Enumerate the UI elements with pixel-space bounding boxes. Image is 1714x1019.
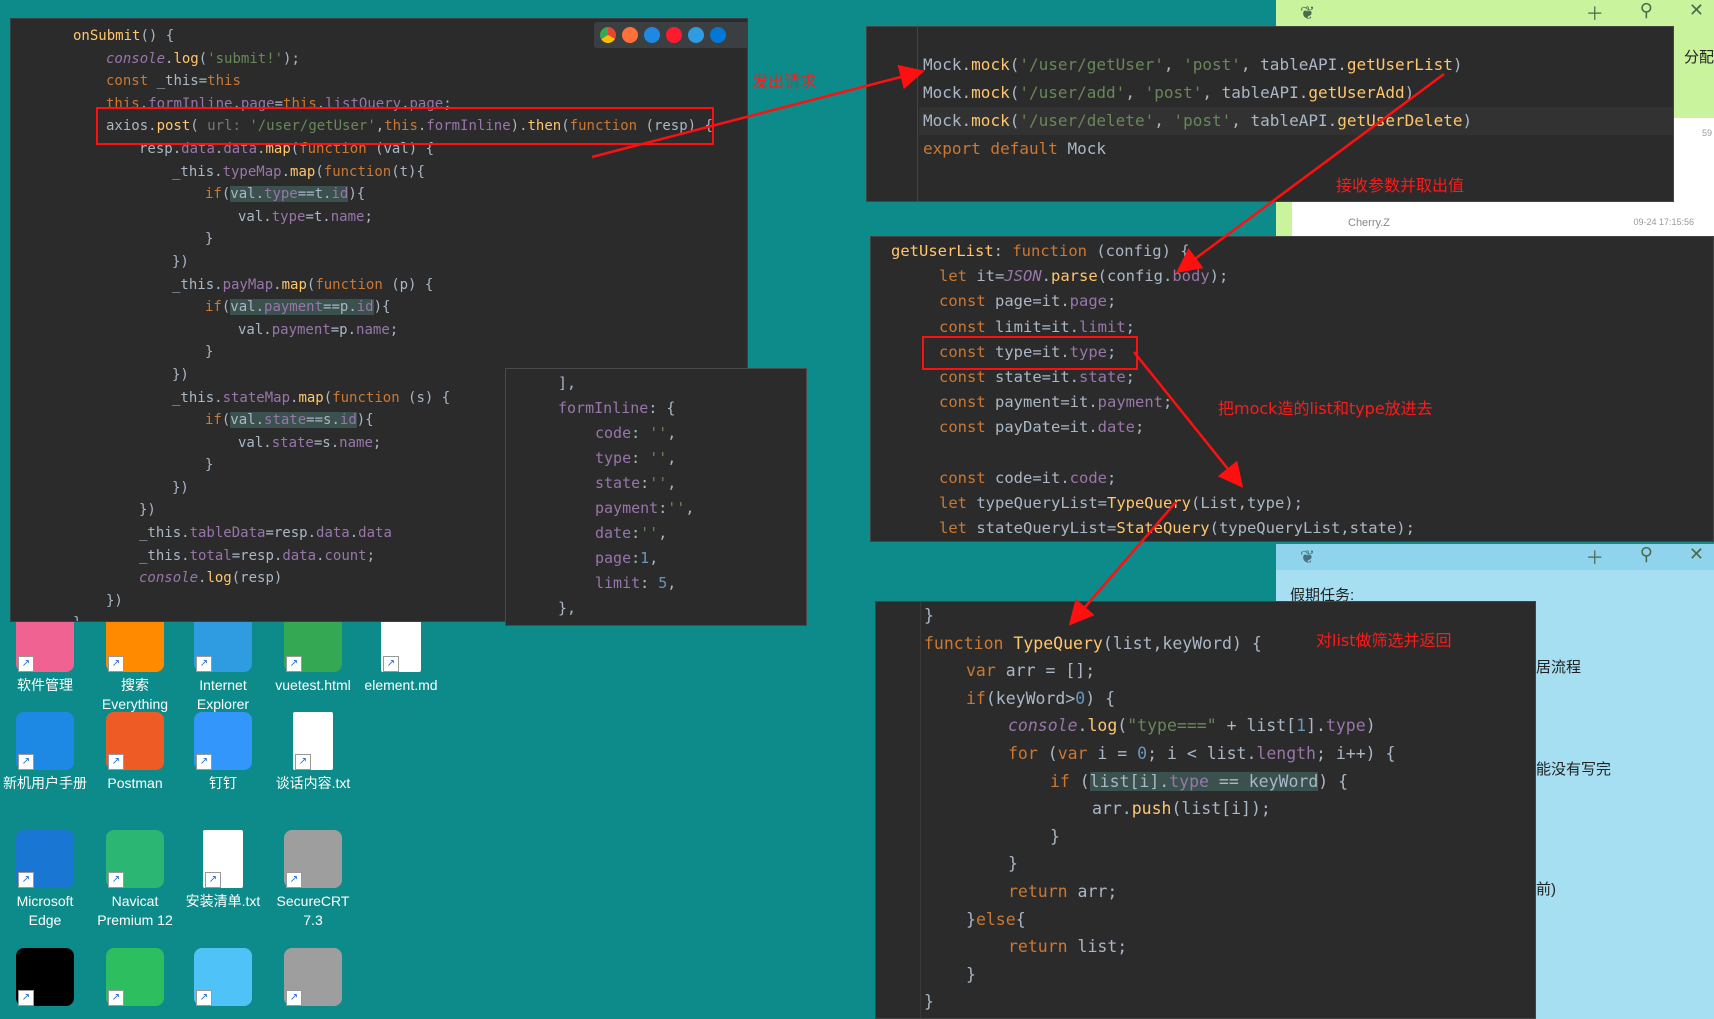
arrow-receive xyxy=(1175,72,1445,273)
arrow-typequery xyxy=(1068,501,1177,626)
arrow-type xyxy=(1133,351,1244,488)
arrow-request xyxy=(591,64,925,159)
annotation-arrows xyxy=(591,64,1445,626)
